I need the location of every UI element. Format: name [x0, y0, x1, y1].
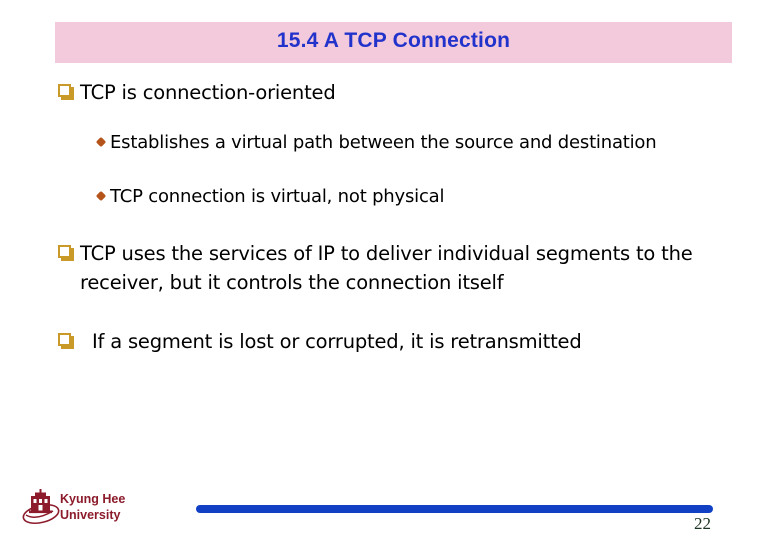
- page-number: 22: [694, 514, 711, 533]
- bullet-level1-item: If a segment is lost or corrupted, it is…: [0, 327, 780, 356]
- page-title: 15.4 A TCP Connection: [276, 29, 511, 52]
- bullet-text: Establishes a virtual path between the s…: [110, 132, 657, 153]
- bullet-text: If a segment is lost or corrupted, it is…: [92, 330, 582, 353]
- university-logo: Kyung Hee University: [22, 486, 192, 534]
- bullet-level2-item: TCP connection is virtual, not physical: [0, 183, 780, 211]
- slide-title-bar: 15.4 A TCP Connection: [55, 22, 732, 63]
- slide-canvas: 15.4 A TCP Connection TCP is connection-…: [0, 0, 780, 540]
- square-box-bullet-icon: [58, 333, 71, 346]
- diamond-dot-bullet-icon: [95, 190, 107, 202]
- bullet-text: TCP is connection-oriented: [80, 81, 336, 104]
- diamond-dot-bullet-icon: [95, 136, 107, 148]
- slide-body: TCP is connection-oriented Establishes a…: [0, 78, 780, 362]
- kyung-hee-crest-icon: [22, 489, 60, 525]
- bullet-level1-item: TCP uses the services of IP to deliver i…: [0, 239, 780, 297]
- bullet-text: TCP connection is virtual, not physical: [110, 186, 445, 207]
- bullet-level2-item: Establishes a virtual path between the s…: [0, 129, 780, 157]
- square-box-bullet-icon: [58, 245, 71, 258]
- square-box-bullet-icon: [58, 84, 71, 97]
- bullet-level1-item: TCP is connection-oriented: [0, 78, 780, 107]
- footer-rule: [196, 505, 713, 513]
- bullet-text: TCP uses the services of IP to deliver i…: [80, 242, 693, 294]
- university-name-label: Kyung Hee University: [60, 492, 126, 522]
